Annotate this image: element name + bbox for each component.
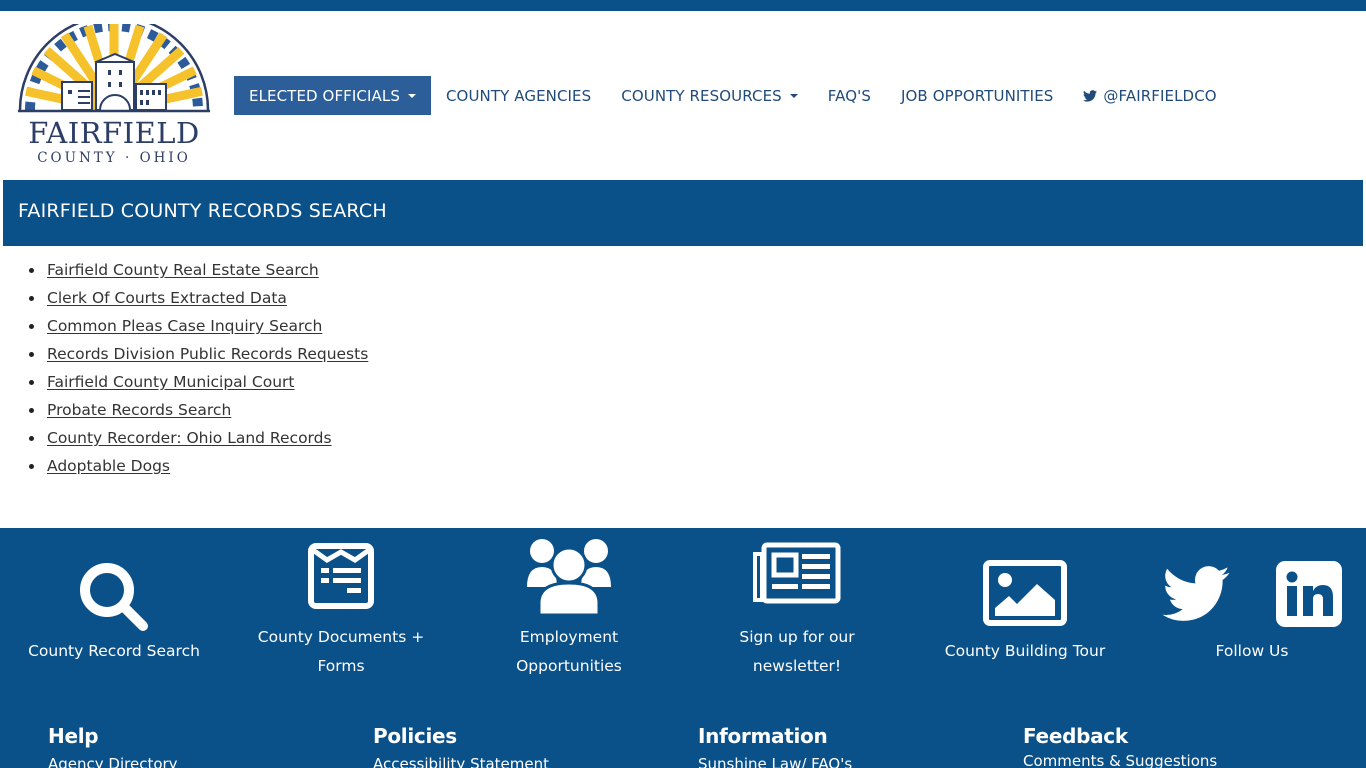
list-item: Fairfield County Real Estate Search	[28, 258, 368, 286]
tile-county-documents[interactable]: County Documents + Forms	[227, 528, 455, 698]
newspaper-icon	[753, 542, 841, 604]
page-banner: FAIRFIELD COUNTY RECORDS SEARCH	[3, 180, 1363, 246]
footer-heading: Information	[698, 724, 828, 748]
nav-label: FAQ'S	[827, 86, 871, 105]
list-item: Fairfield County Municipal Court	[28, 370, 368, 398]
link-adoptable-dogs[interactable]: Adoptable Dogs	[47, 457, 170, 475]
tile-label: Employment	[519, 628, 619, 646]
footer-heading: Policies	[373, 724, 457, 748]
link-records-division[interactable]: Records Division Public Records Requests	[47, 345, 368, 363]
list-item: Records Division Public Records Requests	[28, 342, 368, 370]
county-logo[interactable]: FAIRFIELD COUNTY · OHIO	[16, 24, 212, 170]
nav-job-opportunities[interactable]: JOB OPPORTUNITIES	[886, 76, 1068, 115]
footer-column-information: Information Sunshine Law/ FAQ's	[698, 722, 852, 768]
twitter-icon	[1083, 89, 1098, 102]
nav-faqs[interactable]: FAQ'S	[813, 76, 886, 115]
list-item: Common Pleas Case Inquiry Search	[28, 314, 368, 342]
nav-label: JOB OPPORTUNITIES	[901, 86, 1054, 105]
page-title: FAIRFIELD COUNTY RECORDS SEARCH	[18, 200, 387, 222]
nav-label: @FAIRFIELDCO	[1103, 86, 1217, 105]
tile-label: Follow Us	[1215, 642, 1289, 660]
nav-county-resources[interactable]: COUNTY RESOURCES	[606, 76, 813, 115]
nav-label: ELECTED OFFICIALS	[249, 86, 400, 105]
list-item: Probate Records Search	[28, 398, 368, 426]
footer-column-policies: Policies Accessibility Statement	[373, 722, 549, 768]
nav-twitter-handle[interactable]: @FAIRFIELDCO	[1068, 76, 1231, 115]
users-icon	[527, 539, 611, 615]
tile-employment-opportunities[interactable]: Employment Opportunities	[455, 528, 683, 698]
main-nav: ELECTED OFFICIALS COUNTY AGENCIES COUNTY…	[234, 76, 1232, 115]
list-item: Adoptable Dogs	[28, 454, 368, 482]
tile-follow-us: Follow Us	[1138, 528, 1366, 698]
tile-label: Forms	[317, 657, 365, 675]
tile-label: newsletter!	[752, 657, 842, 675]
records-links-list: Fairfield County Real Estate Search Cler…	[28, 258, 368, 482]
nav-elected-officials[interactable]: ELECTED OFFICIALS	[234, 76, 431, 115]
document-icon	[308, 543, 374, 609]
footer-heading: Help	[48, 724, 99, 748]
tile-label: County Building Tour	[944, 642, 1106, 660]
footer-link-sunshine-law[interactable]: Sunshine Law/ FAQ's	[698, 753, 852, 768]
linkedin-icon[interactable]	[1276, 561, 1342, 627]
top-strip	[0, 0, 1366, 11]
logo-emblem	[18, 24, 210, 113]
image-icon	[983, 560, 1067, 626]
caret-down-icon	[789, 93, 798, 98]
logo-title: FAIRFIELD	[28, 116, 200, 150]
search-icon	[80, 563, 148, 631]
tile-county-building-tour[interactable]: County Building Tour	[911, 528, 1139, 698]
footer-heading: Feedback	[1023, 724, 1128, 748]
list-item: County Recorder: Ohio Land Records	[28, 426, 368, 454]
caret-down-icon	[407, 93, 416, 98]
nav-county-agencies[interactable]: COUNTY AGENCIES	[431, 76, 606, 115]
link-probate-records[interactable]: Probate Records Search	[47, 401, 231, 419]
tile-county-record-search[interactable]: County Record Search	[0, 528, 228, 698]
nav-label: COUNTY AGENCIES	[445, 86, 592, 105]
tile-label: Sign up for our	[739, 628, 855, 646]
tile-label: County Record Search	[28, 642, 200, 660]
tile-newsletter-signup[interactable]: Sign up for our newsletter!	[683, 528, 911, 698]
link-real-estate-search[interactable]: Fairfield County Real Estate Search	[47, 261, 319, 279]
logo-subtitle: COUNTY · OHIO	[37, 150, 191, 166]
link-county-recorder[interactable]: County Recorder: Ohio Land Records	[47, 429, 332, 447]
link-clerk-of-courts[interactable]: Clerk Of Courts Extracted Data	[47, 289, 287, 307]
tile-label: County Documents +	[257, 628, 425, 646]
footer-column-feedback: Feedback Comments & Suggestions	[1023, 722, 1217, 768]
footer-link-accessibility[interactable]: Accessibility Statement	[373, 753, 549, 768]
twitter-icon[interactable]	[1162, 566, 1230, 622]
link-municipal-court[interactable]: Fairfield County Municipal Court	[47, 373, 294, 391]
nav-label: COUNTY RESOURCES	[621, 86, 782, 105]
footer: County Record Search County Documents + …	[0, 528, 1366, 768]
footer-link-agency-directory[interactable]: Agency Directory	[48, 753, 178, 768]
tile-label: Opportunities	[516, 657, 622, 675]
link-common-pleas[interactable]: Common Pleas Case Inquiry Search	[47, 317, 322, 335]
list-item: Clerk Of Courts Extracted Data	[28, 286, 368, 314]
footer-column-help: Help Agency Directory	[48, 722, 178, 768]
footer-link-comments[interactable]: Comments & Suggestions	[1023, 750, 1217, 768]
